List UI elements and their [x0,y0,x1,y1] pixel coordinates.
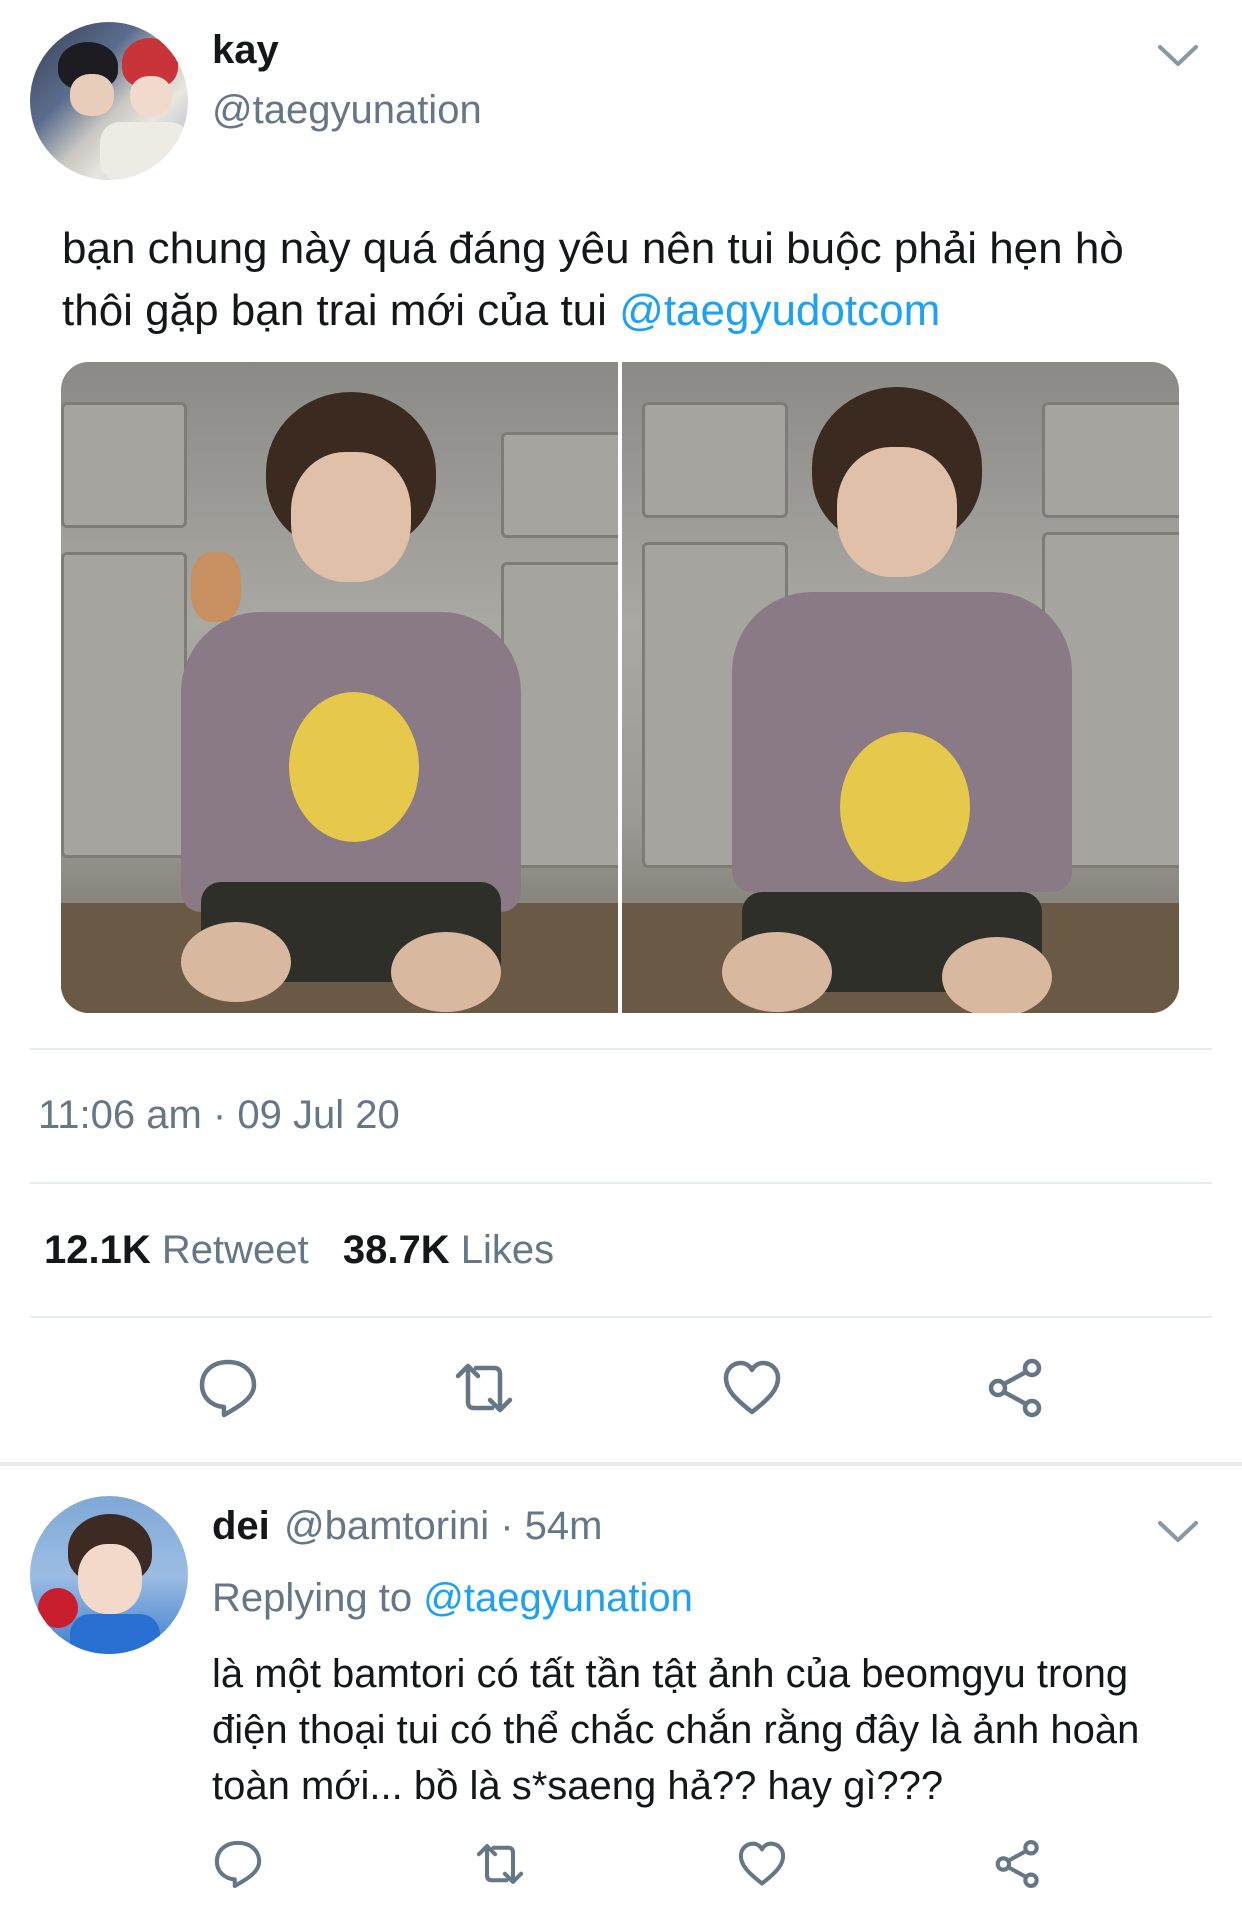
tweet-media[interactable] [61,362,1179,1013]
replying-to: Replying to @taegyunation [212,1576,693,1621]
divider [30,1316,1212,1318]
divider [30,1048,1212,1050]
photo-left[interactable] [61,362,618,1013]
replying-handle-link[interactable]: @taegyunation [423,1576,693,1620]
retweet-count[interactable]: 12.1K [44,1228,151,1272]
tweet-text-body: bạn chung này quá đáng yêu nên tui buộc … [62,224,1124,335]
reply-author-avatar[interactable] [30,1496,188,1654]
reply-author-meta[interactable]: @bamtorini · 54m [284,1504,602,1549]
reply-text: là một bamtori có tất tần tật ảnh của be… [212,1652,1140,1808]
reply-icon[interactable] [212,1838,264,1890]
tweet-text: bạn chung này quá đáng yêu nên tui buộc … [62,218,1202,342]
retweet-icon[interactable] [474,1838,526,1890]
chevron-down-icon[interactable] [1156,1518,1200,1546]
like-icon[interactable] [720,1356,784,1420]
tweet-timestamp[interactable]: 11:06 am · 09 Jul 20 [38,1093,400,1138]
author-name[interactable]: kay [212,28,279,73]
divider [30,1182,1212,1184]
chevron-down-icon[interactable] [1156,42,1200,70]
replying-prefix: Replying to [212,1576,424,1620]
retweet-icon[interactable] [452,1356,516,1420]
mention-link[interactable]: @taegyudotcom [619,286,940,335]
photo-right[interactable] [622,362,1179,1013]
reply-icon[interactable] [196,1356,260,1420]
likes-count[interactable]: 38.7K [343,1228,450,1272]
retweet-label[interactable]: Retweet [162,1228,309,1272]
author-avatar[interactable] [30,22,188,180]
tweet-stats: 12.1K Retweet 38.7K Likes [44,1228,554,1273]
share-icon[interactable] [984,1356,1048,1420]
like-icon[interactable] [736,1838,788,1890]
author-handle[interactable]: @taegyunation [212,88,482,133]
likes-label[interactable]: Likes [461,1228,554,1272]
section-separator [0,1462,1242,1466]
share-icon[interactable] [992,1838,1044,1890]
reply-author-name[interactable]: dei [212,1504,270,1549]
